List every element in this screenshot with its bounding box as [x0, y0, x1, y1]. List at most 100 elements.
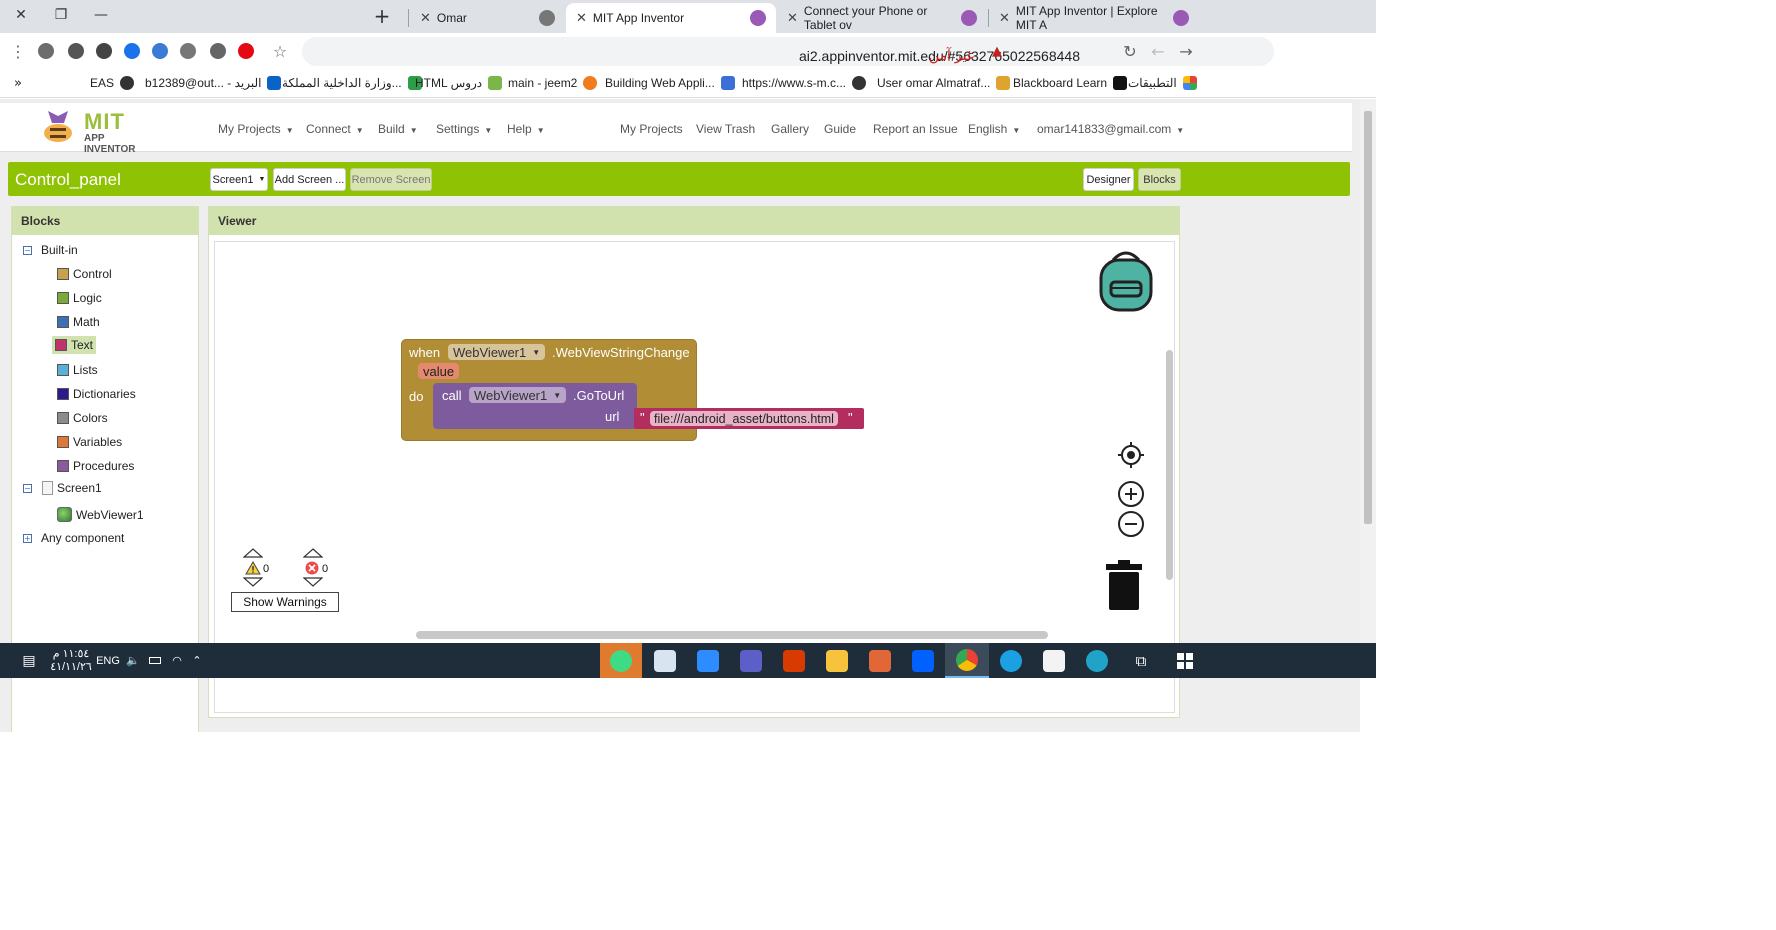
- tree-any-component[interactable]: + Any component: [23, 531, 124, 545]
- reload-icon[interactable]: ↻: [1120, 41, 1140, 61]
- tree-screen1[interactable]: − Screen1: [23, 481, 102, 495]
- clock[interactable]: ١١:٥٤ م ٤١/١١/٢٦: [48, 643, 94, 678]
- tree-builtin[interactable]: − Built-in: [23, 243, 78, 257]
- link-gallery[interactable]: Gallery: [771, 122, 809, 136]
- drawer-variables[interactable]: Variables: [57, 435, 122, 449]
- forward-icon[interactable]: ←: [1148, 41, 1168, 61]
- show-hidden-icons-icon[interactable]: ⌃: [188, 643, 206, 678]
- menu-help[interactable]: Help ▼: [507, 122, 545, 136]
- drawer-logic[interactable]: Logic: [57, 291, 102, 305]
- call-block-gotourl[interactable]: call WebViewer1 ▼ .GoToUrl url: [433, 383, 637, 429]
- collapse-icon[interactable]: −: [23, 245, 32, 255]
- close-window-icon[interactable]: ✕: [0, 0, 42, 30]
- menu-build[interactable]: Build ▼: [378, 122, 418, 136]
- recenter-icon[interactable]: [1117, 441, 1145, 469]
- taskbar-office[interactable]: [773, 643, 815, 678]
- bookmark-user-omar[interactable]: User omar Almatraf...: [877, 76, 1011, 90]
- workspace-horizontal-scrollbar[interactable]: [416, 631, 1048, 639]
- bookmark-blackboard[interactable]: Blackboard Learn: [1013, 76, 1128, 90]
- extension-icon[interactable]: [38, 43, 54, 59]
- prev-error-arrow-icon[interactable]: [303, 548, 323, 558]
- remove-screen-button[interactable]: Remove Screen: [350, 168, 432, 191]
- drawer-math[interactable]: Math: [57, 315, 100, 329]
- start-button[interactable]: [1164, 643, 1206, 678]
- bookmark-smc[interactable]: https://www.s-m.c...: [742, 76, 867, 90]
- bookmark-html[interactable]: HTML دروس: [415, 76, 503, 90]
- param-value[interactable]: value: [418, 363, 460, 379]
- screen-select-button[interactable]: Screen1 ▼: [210, 168, 268, 191]
- taskbar-chrome[interactable]: [945, 643, 989, 678]
- blocks-button[interactable]: Blocks: [1138, 168, 1181, 191]
- collapse-icon[interactable]: −: [23, 483, 32, 493]
- menu-account[interactable]: omar141833@gmail.com ▼: [1037, 122, 1184, 136]
- puzzle-icon[interactable]: [96, 43, 112, 59]
- component-dropdown[interactable]: WebViewer1 ▼: [469, 387, 567, 403]
- tab-connect-phone[interactable]: ✕ Connect your Phone or Tablet ov: [777, 3, 987, 33]
- mit-app-inventor-logo[interactable]: MIT APP INVENTOR: [38, 107, 158, 155]
- minimize-window-icon[interactable]: —: [80, 0, 122, 30]
- bookmark-building-web[interactable]: Building Web Appli...: [605, 76, 735, 90]
- tab-close-icon[interactable]: ✕: [999, 11, 1010, 26]
- taskbar-store[interactable]: [1033, 643, 1075, 678]
- language-indicator[interactable]: ENG: [96, 643, 120, 678]
- tab-explore-mit[interactable]: ✕ MIT App Inventor | Explore MIT A: [989, 3, 1199, 33]
- bookmark-eas[interactable]: EAS: [90, 76, 135, 90]
- zoom-in-icon[interactable]: [1117, 480, 1145, 508]
- new-tab-button[interactable]: +: [370, 4, 394, 28]
- more-bookmarks-icon[interactable]: »: [14, 76, 22, 91]
- expand-icon[interactable]: +: [23, 533, 32, 543]
- notification-icon[interactable]: ▤: [16, 643, 42, 678]
- menu-language[interactable]: English ▼: [968, 122, 1020, 136]
- page-scroll-thumb[interactable]: [1364, 111, 1372, 524]
- taskbar-app-2[interactable]: [644, 643, 686, 678]
- taskbar-android-studio[interactable]: [600, 643, 642, 678]
- tab-close-icon[interactable]: ✕: [420, 11, 431, 26]
- backpack-icon[interactable]: [1095, 248, 1157, 314]
- link-view-trash[interactable]: View Trash: [696, 122, 755, 136]
- bookmark-jeem2[interactable]: main - jeem2: [508, 76, 598, 90]
- taskbar-teams[interactable]: [730, 643, 772, 678]
- tree-webviewer1[interactable]: WebViewer1: [57, 507, 144, 522]
- taskbar-edge[interactable]: [1076, 643, 1118, 678]
- bookmark-star-icon[interactable]: ☆: [270, 41, 290, 61]
- opera-icon[interactable]: [238, 43, 254, 59]
- tab-close-icon[interactable]: ✕: [576, 11, 587, 26]
- prev-warning-arrow-icon[interactable]: [243, 548, 263, 558]
- link-guide[interactable]: Guide: [824, 122, 856, 136]
- bookmark-moi[interactable]: وزارة الداخلية المملكة...: [282, 76, 422, 90]
- workspace-vertical-scrollbar[interactable]: [1166, 350, 1173, 580]
- add-screen-button[interactable]: Add Screen ...: [273, 168, 346, 191]
- link-my-projects[interactable]: My Projects: [620, 122, 683, 136]
- taskbar-zoom[interactable]: [687, 643, 729, 678]
- next-error-arrow-icon[interactable]: [303, 577, 323, 587]
- tab-mit-app-inventor[interactable]: ✕ MIT App Inventor: [566, 3, 776, 33]
- link-report-issue[interactable]: Report an Issue: [873, 122, 958, 136]
- page-vertical-scrollbar[interactable]: [1360, 99, 1376, 643]
- component-dropdown[interactable]: WebViewer1 ▼: [448, 344, 546, 360]
- show-warnings-button[interactable]: Show Warnings: [231, 592, 339, 612]
- menu-connect[interactable]: Connect ▼: [306, 122, 364, 136]
- extension-icon[interactable]: [180, 43, 196, 59]
- menu-settings[interactable]: Settings ▼: [436, 122, 492, 136]
- bookmark-outlook[interactable]: b12389@out... - البريد: [145, 76, 282, 90]
- back-icon[interactable]: →: [1176, 41, 1196, 61]
- drawer-dictionaries[interactable]: Dictionaries: [57, 387, 136, 401]
- extension-icon[interactable]: [124, 43, 140, 59]
- task-view-icon[interactable]: ⧉: [1120, 643, 1162, 678]
- next-warning-arrow-icon[interactable]: [243, 577, 263, 587]
- zoom-out-icon[interactable]: [1117, 510, 1145, 538]
- location-pin-icon[interactable]: [210, 43, 226, 59]
- taskbar-matlab[interactable]: [859, 643, 901, 678]
- menu-my-projects[interactable]: My Projects ▼: [218, 122, 294, 136]
- drawer-lists[interactable]: Lists: [57, 363, 98, 377]
- drawer-text[interactable]: Text: [52, 336, 97, 354]
- warning-icon[interactable]: ▲: [992, 44, 1002, 59]
- drawer-control[interactable]: Control: [57, 267, 112, 281]
- drawer-colors[interactable]: Colors: [57, 411, 108, 425]
- wifi-icon[interactable]: ◠: [168, 643, 186, 678]
- volume-icon[interactable]: 🔈: [124, 643, 142, 678]
- taskbar-ie[interactable]: [990, 643, 1032, 678]
- battery-icon[interactable]: [146, 643, 164, 678]
- string-value-field[interactable]: file:///android_asset/buttons.html: [650, 411, 838, 426]
- tab-close-icon[interactable]: ✕: [787, 11, 798, 26]
